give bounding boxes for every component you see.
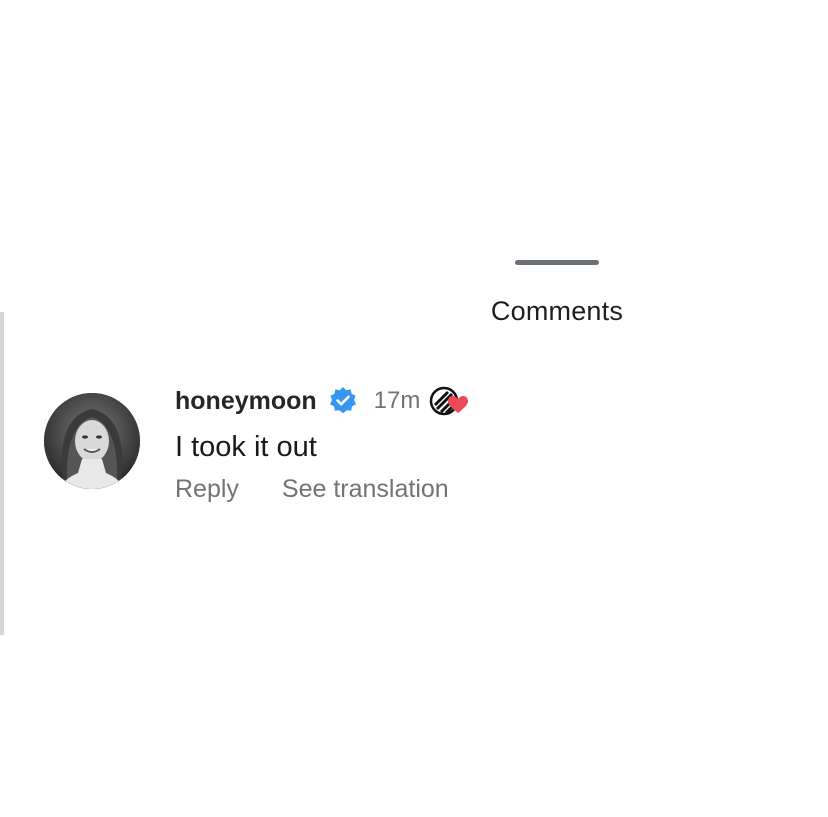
comment-text: I took it out bbox=[175, 431, 317, 463]
comment-timestamp: 17m bbox=[373, 387, 421, 414]
reply-button[interactable]: Reply bbox=[175, 475, 239, 504]
see-translation-button[interactable]: See translation bbox=[282, 475, 449, 504]
sheet-title: Comments bbox=[490, 296, 624, 326]
comments-screen: Comments honeymoon 17m I took it out Rep… bbox=[0, 0, 828, 817]
comment-body: honeymoon 17m I took it out Reply See tr… bbox=[175, 381, 735, 504]
avatar[interactable] bbox=[44, 393, 140, 489]
avatar-image bbox=[44, 393, 140, 489]
creator-heart-icon bbox=[428, 385, 470, 417]
comment-actions: Reply See translation bbox=[175, 475, 735, 504]
comment-meta: honeymoon 17m bbox=[175, 381, 735, 421]
username[interactable]: honeymoon bbox=[175, 387, 317, 416]
verified-badge-icon bbox=[328, 386, 358, 416]
edge-divider bbox=[0, 312, 4, 635]
sheet-drag-handle[interactable] bbox=[515, 260, 599, 265]
comment-item: honeymoon 17m I took it out Reply See tr… bbox=[44, 381, 744, 511]
